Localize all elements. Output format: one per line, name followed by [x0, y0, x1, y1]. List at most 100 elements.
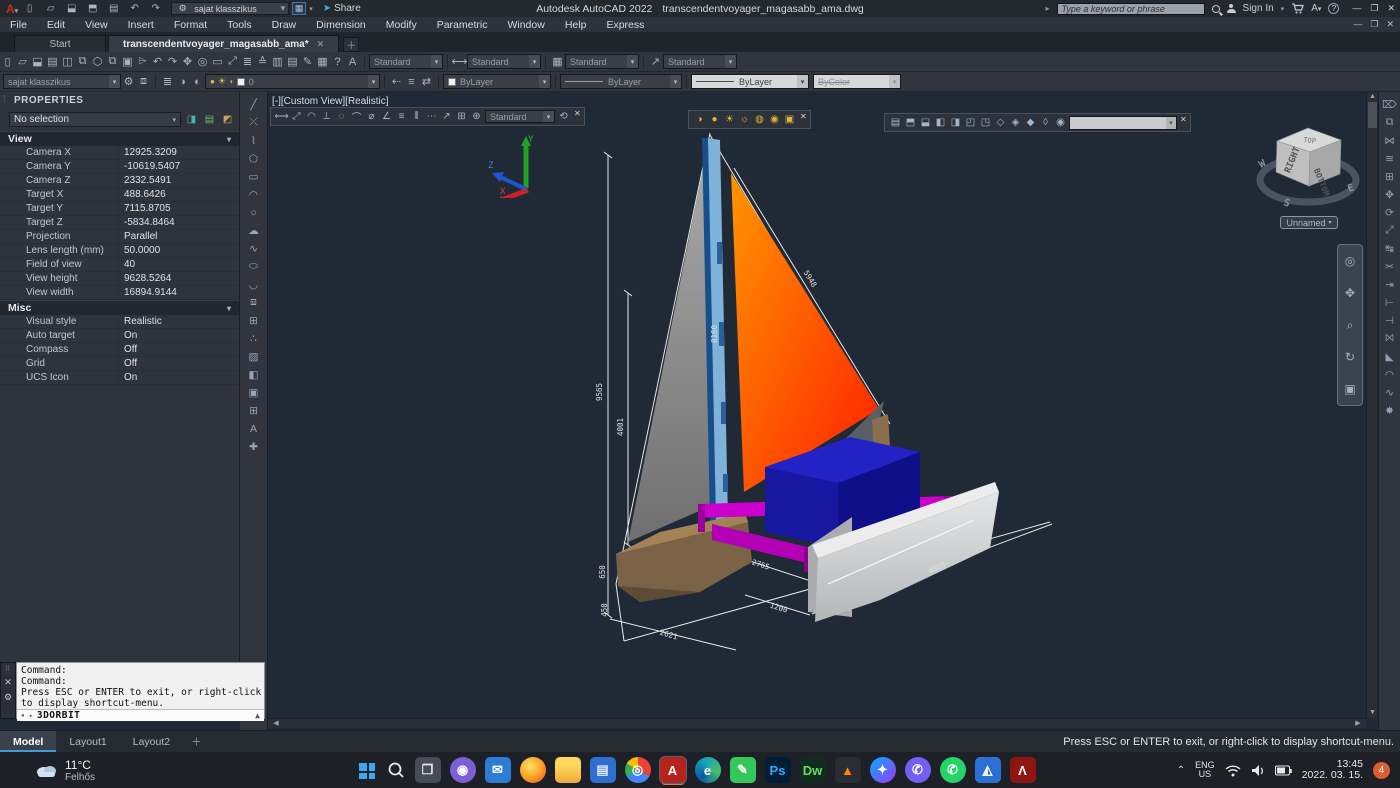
taskbar-app-chrome[interactable]: ◎: [625, 757, 651, 783]
named-view-pill[interactable]: Unnamed ▾: [1280, 216, 1338, 229]
toolbar-close-icon[interactable]: ✕: [1180, 115, 1187, 124]
new-icon[interactable]: ▯: [22, 1, 37, 16]
color-combo[interactable]: ByLayer▾: [443, 74, 551, 89]
join-icon[interactable]: ⨝: [1381, 330, 1399, 347]
new-icon[interactable]: ▯: [0, 54, 15, 69]
model-viewport[interactable]: 9565 4001 8160 5948 650 450 2621 2765 12…: [268, 92, 1378, 718]
table-style-combo[interactable]: Standard▾: [565, 54, 639, 69]
menu-file[interactable]: File: [0, 19, 37, 31]
mleader-style-combo[interactable]: Standard▾: [663, 54, 737, 69]
sky-icon[interactable]: ◍: [752, 112, 767, 127]
language-indicator[interactable]: ENG US: [1195, 761, 1215, 779]
multileader-icon[interactable]: ↗: [439, 109, 454, 124]
vertical-scrollbar[interactable]: ▲ ▼: [1366, 92, 1377, 718]
polyline-icon[interactable]: ⌇: [245, 132, 263, 149]
hatch-icon[interactable]: ▨: [245, 348, 263, 365]
plotstyle-combo[interactable]: ByColor▾: [813, 74, 901, 89]
left-view-icon[interactable]: ◧: [933, 115, 948, 130]
dim-arc-length-icon[interactable]: ◠: [304, 109, 319, 124]
layer-isolate-icon[interactable]: ◐: [190, 74, 205, 89]
nw-isometric-icon[interactable]: ◊: [1038, 115, 1053, 130]
taskbar-app-photoshop[interactable]: Ps: [765, 757, 791, 783]
tolerance-icon[interactable]: ⊞: [454, 109, 469, 124]
tab-layout2[interactable]: Layout2: [120, 731, 183, 752]
dim-ordinate-icon[interactable]: ⊥: [319, 109, 334, 124]
workspace-switcher[interactable]: ⚙ sajat klasszikus ▾: [171, 2, 289, 15]
qat-toggle-button[interactable]: ▦: [292, 2, 306, 15]
dim-baseline-icon[interactable]: ⫴: [409, 109, 424, 124]
paste-clip-icon[interactable]: ▣: [120, 54, 135, 69]
publish-icon[interactable]: ⧉: [75, 54, 90, 69]
break-icon[interactable]: ⊣: [1381, 312, 1399, 329]
property-value[interactable]: 9628.5264: [118, 272, 239, 285]
create-camera-icon[interactable]: ◉: [1053, 115, 1068, 130]
taskbar-app-messenger[interactable]: ✦: [870, 757, 896, 783]
hidden-icons-chevron[interactable]: ⌃: [1177, 765, 1185, 776]
layer-combo[interactable]: ● ☀ ◖ 0 ▾: [205, 74, 380, 89]
taskbar-app-photos[interactable]: ◭: [975, 757, 1001, 783]
taskbar-app-firefox[interactable]: [520, 757, 546, 783]
taskbar-app-dreamweaver[interactable]: Dw: [800, 757, 826, 783]
taskbar-app-autocad[interactable]: A: [660, 757, 686, 783]
tab-model[interactable]: Model: [0, 731, 56, 752]
dim-style-combo[interactable]: Standard▾: [467, 54, 541, 69]
start-button[interactable]: [355, 759, 377, 781]
clock[interactable]: 13:45 2022. 03. 15.: [1302, 759, 1363, 781]
polygon-icon[interactable]: ⬠: [245, 150, 263, 167]
showmotion-icon[interactable]: ▣: [1343, 382, 1358, 397]
sheetset-manager-icon[interactable]: ▤: [285, 54, 300, 69]
ellipse-icon[interactable]: ⬭: [245, 258, 263, 275]
section-header-misc[interactable]: Misc▾: [0, 300, 239, 315]
save-as-icon[interactable]: ⬒: [85, 1, 100, 16]
signin-chevron-icon[interactable]: ▾: [1281, 5, 1285, 13]
taskbar-app-mail[interactable]: ✉: [485, 757, 511, 783]
stretch-icon[interactable]: ↹: [1381, 240, 1399, 257]
layer-translate-icon[interactable]: ⇄: [419, 74, 434, 89]
scroll-left-icon[interactable]: ◀: [270, 719, 282, 729]
palette-grip[interactable]: ⁞: [3, 94, 6, 104]
point-icon[interactable]: ∴: [245, 330, 263, 347]
rotate-icon[interactable]: ⟳: [1381, 204, 1399, 221]
menu-help[interactable]: Help: [555, 19, 597, 31]
blend-curves-icon[interactable]: ∿: [1381, 384, 1399, 401]
redo-icon[interactable]: ↷: [148, 1, 163, 16]
plot-icon[interactable]: ▤: [106, 1, 121, 16]
front-view-icon[interactable]: ◰: [963, 115, 978, 130]
render-window-icon[interactable]: ▣: [782, 112, 797, 127]
scale-icon[interactable]: ⤢: [1381, 222, 1399, 239]
break-at-point-icon[interactable]: ⊢: [1381, 294, 1399, 311]
property-value[interactable]: 16894.9144: [118, 286, 239, 299]
markup-icon[interactable]: ✎: [300, 54, 315, 69]
close-button[interactable]: ✕: [1387, 3, 1395, 14]
dim-continue-icon[interactable]: ⋯: [424, 109, 439, 124]
bottom-view-icon[interactable]: ⬓: [918, 115, 933, 130]
collapse-icon[interactable]: ▾: [227, 304, 231, 313]
property-value[interactable]: -10619.5407: [118, 160, 239, 173]
toolbar-close-icon[interactable]: ✕: [800, 112, 807, 121]
help-search-input[interactable]: Type a keyword or phrase: [1057, 3, 1205, 15]
view-cube[interactable]: W S E TOP RIGHT BOTTOM: [1253, 120, 1363, 215]
battery-icon[interactable]: [1275, 765, 1292, 776]
tab-close-icon[interactable]: ✕: [317, 39, 325, 50]
construction-line-icon[interactable]: ⤫: [245, 114, 263, 131]
mirror-icon[interactable]: ⋈: [1381, 132, 1399, 149]
toggle-pickadd-icon[interactable]: ◨: [184, 113, 199, 127]
property-value[interactable]: 7115.8705: [118, 202, 239, 215]
taskbar-app-vlc[interactable]: ▲: [835, 757, 861, 783]
dim-linear-icon[interactable]: ⟷: [274, 109, 289, 124]
taskbar-app-notes[interactable]: ✎: [730, 757, 756, 783]
doc-close-button[interactable]: ✕: [1386, 19, 1394, 30]
add-selected-icon[interactable]: ✚: [245, 438, 263, 455]
offset-icon[interactable]: ≋: [1381, 150, 1399, 167]
text-style-icon[interactable]: A: [345, 54, 360, 69]
spline-icon[interactable]: ∿: [245, 240, 263, 257]
menu-format[interactable]: Format: [164, 19, 217, 31]
scroll-down-icon[interactable]: ▼: [1367, 708, 1378, 718]
top-view-icon[interactable]: ⬒: [903, 115, 918, 130]
layer-properties-icon[interactable]: ≣: [160, 74, 175, 89]
dim-aligned-icon[interactable]: ⤢: [289, 109, 304, 124]
share-button[interactable]: ➤ Share: [323, 3, 361, 14]
workspace-combo[interactable]: sajat klasszikus▾: [3, 74, 121, 89]
layer-states-icon[interactable]: ≙: [255, 54, 270, 69]
render-icon[interactable]: ●: [707, 112, 722, 127]
